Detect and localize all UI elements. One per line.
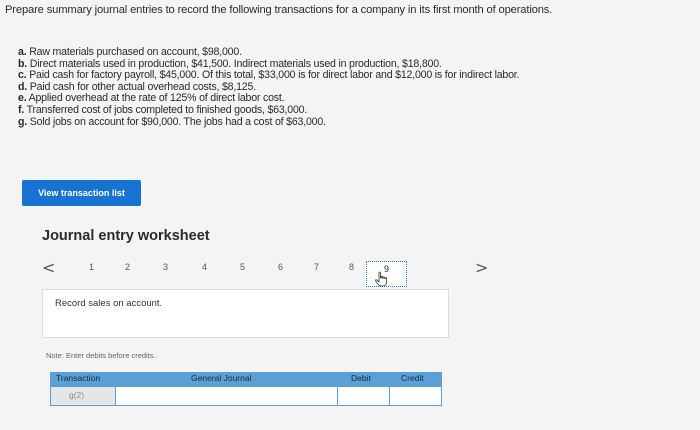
general-journal-input[interactable] <box>115 387 337 405</box>
page-tab-2[interactable]: 2 <box>125 260 130 274</box>
transaction-item-g: g. Sold jobs on account for $90,000. The… <box>18 115 326 128</box>
page-tab-5[interactable]: 5 <box>240 260 245 274</box>
prev-page-chevron-icon[interactable]: < <box>42 259 55 277</box>
journal-table-header: Transaction General Journal Debit Credit <box>50 372 442 386</box>
entry-description-box: Record sales on account. <box>42 289 449 338</box>
page-tab-3[interactable]: 3 <box>163 260 168 274</box>
debit-input[interactable] <box>337 387 389 405</box>
table-row: g(2) <box>50 386 442 406</box>
transaction-cell: g(2) <box>51 387 115 405</box>
page-tab-1[interactable]: 1 <box>89 260 94 274</box>
page-tab-4[interactable]: 4 <box>202 260 207 274</box>
header-credit: Credit <box>401 373 424 383</box>
journal-table: Transaction General Journal Debit Credit… <box>50 372 442 408</box>
transaction-list: a. Raw materials purchased on account, $… <box>18 46 519 128</box>
entry-description: Record sales on account. <box>55 298 163 309</box>
worksheet-pager: < 1 2 3 4 5 6 7 8 > <box>38 259 498 289</box>
page-tab-8[interactable]: 8 <box>349 260 354 274</box>
header-transaction: Transaction <box>56 373 101 383</box>
page-tab-6[interactable]: 6 <box>278 260 283 274</box>
problem-instructions: Prepare summary journal entries to recor… <box>5 4 695 16</box>
page-tab-7[interactable]: 7 <box>314 260 319 274</box>
next-page-chevron-icon[interactable]: > <box>475 259 488 277</box>
header-general-journal: General Journal <box>191 373 252 383</box>
instructions-text: Prepare summary journal entries to recor… <box>5 4 553 16</box>
view-transaction-list-button[interactable]: View transaction list <box>22 180 141 206</box>
debits-note: Note: Enter debits before credits. <box>46 351 156 360</box>
worksheet-title: Journal entry worksheet <box>42 228 210 244</box>
header-debit: Debit <box>351 373 371 383</box>
credit-input[interactable] <box>389 387 441 405</box>
